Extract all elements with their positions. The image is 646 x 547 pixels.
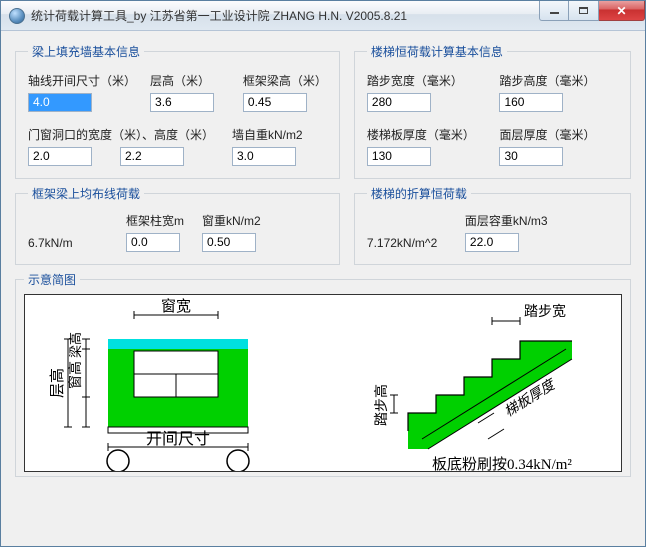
group-stair-load: 楼梯的折算恒荷载 7.172kN/m^2 面层容重kN/m3 22.0 [354, 185, 631, 265]
window-controls: ✕ [539, 1, 645, 21]
label-beam-h: 框架梁高（米） [243, 72, 327, 89]
label-window-load: 窗重kN/m2 [202, 212, 261, 229]
diagram-svg: 层高 梁高 窗高 窗宽 [24, 294, 622, 472]
input-tread-h[interactable]: 160 [499, 93, 563, 112]
dim-tread-w: 踏步宽 [524, 303, 566, 320]
input-tread-w[interactable]: 280 [367, 93, 431, 112]
input-opening-w[interactable]: 2.0 [28, 147, 92, 166]
input-slab-t[interactable]: 130 [367, 147, 431, 166]
dim-window-w: 窗宽 [161, 297, 191, 315]
group-stair-load-legend: 楼梯的折算恒荷载 [367, 185, 471, 202]
dim-tread-h: 踏步高 [373, 384, 390, 426]
label-tread-h: 踏步高度（毫米） [499, 72, 618, 89]
input-window-load[interactable]: 0.50 [202, 233, 256, 252]
group-stair-legend: 楼梯恒荷载计算基本信息 [367, 43, 507, 60]
group-diagram-legend: 示意简图 [24, 271, 80, 288]
group-wall-legend: 梁上填充墙基本信息 [28, 43, 144, 60]
input-axis-span[interactable]: 4.0 [28, 93, 92, 112]
dim-span: 开间尺寸 [146, 430, 210, 448]
label-floor-h: 层高（米） [150, 72, 229, 89]
input-beam-h[interactable]: 0.45 [243, 93, 307, 112]
window-title: 统计荷载计算工具_by 江苏省第一工业设计院 ZHANG H.N. V2005.… [31, 7, 407, 24]
group-stair-info: 楼梯恒荷载计算基本信息 踏步宽度（毫米） 280 踏步高度（毫米） 160 楼梯… [354, 43, 631, 179]
input-opening-h[interactable]: 2.2 [120, 147, 184, 166]
group-wall-info: 梁上填充墙基本信息 轴线开间尺寸（米） 4.0 层高（米） 3.6 框架梁高（米… [15, 43, 340, 179]
titlebar[interactable]: 统计荷载计算工具_by 江苏省第一工业设计院 ZHANG H.N. V2005.… [1, 1, 645, 31]
input-col-w[interactable]: 0.0 [126, 233, 180, 252]
minimize-button[interactable] [539, 1, 569, 21]
group-beam-load-legend: 框架梁上均布线荷载 [28, 185, 144, 202]
app-window: 统计荷载计算工具_by 江苏省第一工业设计院 ZHANG H.N. V2005.… [0, 0, 646, 547]
result-stair-load: 7.172kN/m^2 [367, 236, 447, 252]
label-finish-t: 面层厚度（毫米） [499, 126, 618, 143]
note-plaster: 板底粉刷按0.34kN/m² [432, 455, 572, 472]
label-col-w: 框架柱宽m [126, 212, 184, 229]
input-finish-density[interactable]: 22.0 [465, 233, 519, 252]
label-axis-span: 轴线开间尺寸（米） [28, 72, 136, 89]
label-finish-density: 面层容重kN/m3 [465, 212, 548, 229]
label-wall-weight: 墙自重kN/m2 [232, 126, 327, 143]
input-finish-t[interactable]: 30 [499, 147, 563, 166]
maximize-button[interactable] [569, 1, 599, 21]
dim-floor-h: 层高 [49, 368, 66, 398]
group-beam-load: 框架梁上均布线荷载 6.7kN/m 框架柱宽m 0.0 窗重kN/m2 0.50 [15, 185, 340, 265]
label-tread-w: 踏步宽度（毫米） [367, 72, 486, 89]
group-diagram: 示意简图 层高 梁高 [15, 271, 631, 477]
client-area: 梁上填充墙基本信息 轴线开间尺寸（米） 4.0 层高（米） 3.6 框架梁高（米… [1, 31, 645, 546]
input-wall-weight[interactable]: 3.0 [232, 147, 296, 166]
label-opening: 门窗洞口的宽度（米）、高度（米） [28, 126, 218, 143]
label-slab-t: 楼梯板厚度（毫米） [367, 126, 486, 143]
result-beam-load: 6.7kN/m [28, 236, 108, 252]
close-button[interactable]: ✕ [599, 1, 645, 21]
input-floor-h[interactable]: 3.6 [150, 93, 214, 112]
app-icon [9, 8, 25, 24]
dim-beam-h: 梁高 [68, 332, 83, 358]
dim-window-h: 窗高 [67, 361, 84, 389]
